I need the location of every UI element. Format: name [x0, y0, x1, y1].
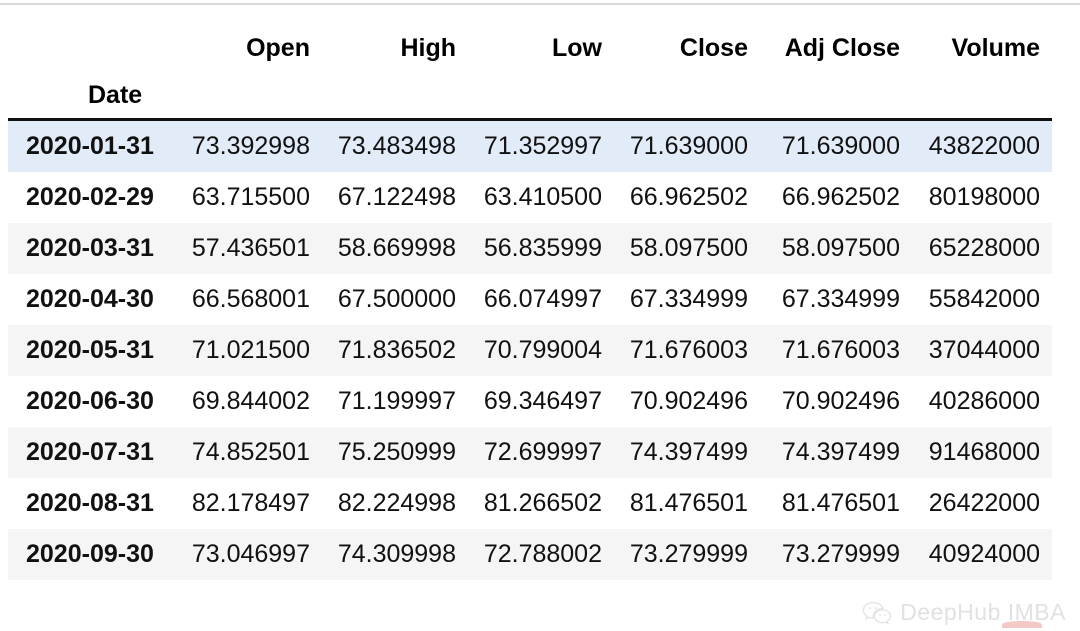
column-header-open[interactable]: Open — [176, 24, 322, 72]
row-index-date: 2020-07-31 — [8, 427, 176, 478]
index-name-row: Date — [8, 72, 1052, 121]
row-index-date: 2020-01-31 — [8, 119, 176, 172]
row-index-date: 2020-08-31 — [8, 478, 176, 529]
index-row-spacer-5 — [760, 72, 912, 121]
column-header-high[interactable]: High — [322, 24, 468, 72]
cell-low: 72.699997 — [468, 427, 614, 478]
cell-high: 75.250999 — [322, 427, 468, 478]
cell-open: 69.844002 — [176, 376, 322, 427]
cell-close: 81.476501 — [614, 478, 760, 529]
cell-close: 58.097500 — [614, 223, 760, 274]
cell-open: 74.852501 — [176, 427, 322, 478]
cell-volume: 91468000 — [912, 427, 1052, 478]
table-body: 2020-01-31 73.392998 73.483498 71.352997 71.… — [8, 119, 1052, 580]
cell-open: 73.046997 — [176, 529, 322, 580]
cell-adj-close: 71.676003 — [760, 325, 912, 376]
row-index-date: 2020-09-30 — [8, 529, 176, 580]
cell-close: 70.902496 — [614, 376, 760, 427]
cell-volume: 43822000 — [912, 119, 1052, 172]
cell-close: 66.962502 — [614, 172, 760, 223]
cell-adj-close: 71.639000 — [760, 119, 912, 172]
table-row[interactable]: 2020-07-31 74.852501 75.250999 72.699997 74.… — [8, 427, 1052, 478]
table-row[interactable]: 2020-06-30 69.844002 71.199997 69.346497 70.… — [8, 376, 1052, 427]
row-index-date: 2020-06-30 — [8, 376, 176, 427]
index-row-spacer-6 — [912, 72, 1052, 121]
index-row-spacer-4 — [614, 72, 760, 121]
index-row-spacer-2 — [322, 72, 468, 121]
cell-low: 66.074997 — [468, 274, 614, 325]
column-header-low[interactable]: Low — [468, 24, 614, 72]
column-header-row: Open High Low Close Adj Close Volume — [8, 24, 1052, 72]
cell-adj-close: 70.902496 — [760, 376, 912, 427]
cell-close: 71.639000 — [614, 119, 760, 172]
cell-high: 67.500000 — [322, 274, 468, 325]
cell-high: 71.836502 — [322, 325, 468, 376]
table-row[interactable]: 2020-08-31 82.178497 82.224998 81.266502 81.… — [8, 478, 1052, 529]
cell-volume: 37044000 — [912, 325, 1052, 376]
page-top-divider — [0, 3, 1080, 5]
cell-close: 71.676003 — [614, 325, 760, 376]
cell-low: 72.788002 — [468, 529, 614, 580]
index-corner-cell — [8, 24, 176, 72]
column-header-adj-close[interactable]: Adj Close — [760, 24, 912, 72]
cell-high: 74.309998 — [322, 529, 468, 580]
watermark-accent — [1002, 621, 1042, 628]
table-row[interactable]: 2020-05-31 71.021500 71.836502 70.799004 71.… — [8, 325, 1052, 376]
cell-low: 56.835999 — [468, 223, 614, 274]
index-row-spacer-3 — [468, 72, 614, 121]
cell-adj-close: 58.097500 — [760, 223, 912, 274]
cell-high: 71.199997 — [322, 376, 468, 427]
cell-volume: 65228000 — [912, 223, 1052, 274]
table-row[interactable]: 2020-09-30 73.046997 74.309998 72.788002 73.… — [8, 529, 1052, 580]
watermark: DeepHub IMBA — [862, 599, 1066, 626]
cell-adj-close: 74.397499 — [760, 427, 912, 478]
cell-high: 82.224998 — [322, 478, 468, 529]
cell-low: 71.352997 — [468, 119, 614, 172]
cell-high: 73.483498 — [322, 119, 468, 172]
cell-volume: 26422000 — [912, 478, 1052, 529]
cell-adj-close: 73.279999 — [760, 529, 912, 580]
cell-volume: 40924000 — [912, 529, 1052, 580]
table-row[interactable]: 2020-01-31 73.392998 73.483498 71.352997 71.… — [8, 119, 1052, 172]
cell-volume: 40286000 — [912, 376, 1052, 427]
cell-low: 70.799004 — [468, 325, 614, 376]
row-index-date: 2020-03-31 — [8, 223, 176, 274]
cell-adj-close: 67.334999 — [760, 274, 912, 325]
wechat-icon — [862, 600, 892, 626]
cell-low: 69.346497 — [468, 376, 614, 427]
dataframe-container: Open High Low Close Adj Close Volume Dat… — [8, 24, 1052, 580]
row-index-date: 2020-04-30 — [8, 274, 176, 325]
cell-volume: 80198000 — [912, 172, 1052, 223]
cell-close: 67.334999 — [614, 274, 760, 325]
table-row[interactable]: 2020-03-31 57.436501 58.669998 56.835999 58.… — [8, 223, 1052, 274]
cell-high: 58.669998 — [322, 223, 468, 274]
table-header: Open High Low Close Adj Close Volume Dat… — [8, 24, 1052, 121]
column-header-close[interactable]: Close — [614, 24, 760, 72]
watermark-text: DeepHub IMBA — [900, 599, 1066, 625]
cell-close: 74.397499 — [614, 427, 760, 478]
cell-open: 66.568001 — [176, 274, 322, 325]
dataframe-table: Open High Low Close Adj Close Volume Dat… — [8, 24, 1052, 580]
cell-open: 71.021500 — [176, 325, 322, 376]
row-index-date: 2020-02-29 — [8, 172, 176, 223]
cell-low: 63.410500 — [468, 172, 614, 223]
table-row[interactable]: 2020-02-29 63.715500 67.122498 63.410500 66.… — [8, 172, 1052, 223]
cell-open: 63.715500 — [176, 172, 322, 223]
column-header-volume[interactable]: Volume — [912, 24, 1052, 72]
cell-adj-close: 66.962502 — [760, 172, 912, 223]
row-index-date: 2020-05-31 — [8, 325, 176, 376]
cell-adj-close: 81.476501 — [760, 478, 912, 529]
cell-open: 73.392998 — [176, 119, 322, 172]
cell-close: 73.279999 — [614, 529, 760, 580]
index-name-date: Date — [8, 72, 176, 121]
cell-volume: 55842000 — [912, 274, 1052, 325]
index-row-spacer-1 — [176, 72, 322, 121]
cell-open: 57.436501 — [176, 223, 322, 274]
cell-low: 81.266502 — [468, 478, 614, 529]
cell-high: 67.122498 — [322, 172, 468, 223]
table-row[interactable]: 2020-04-30 66.568001 67.500000 66.074997 67.… — [8, 274, 1052, 325]
cell-open: 82.178497 — [176, 478, 322, 529]
